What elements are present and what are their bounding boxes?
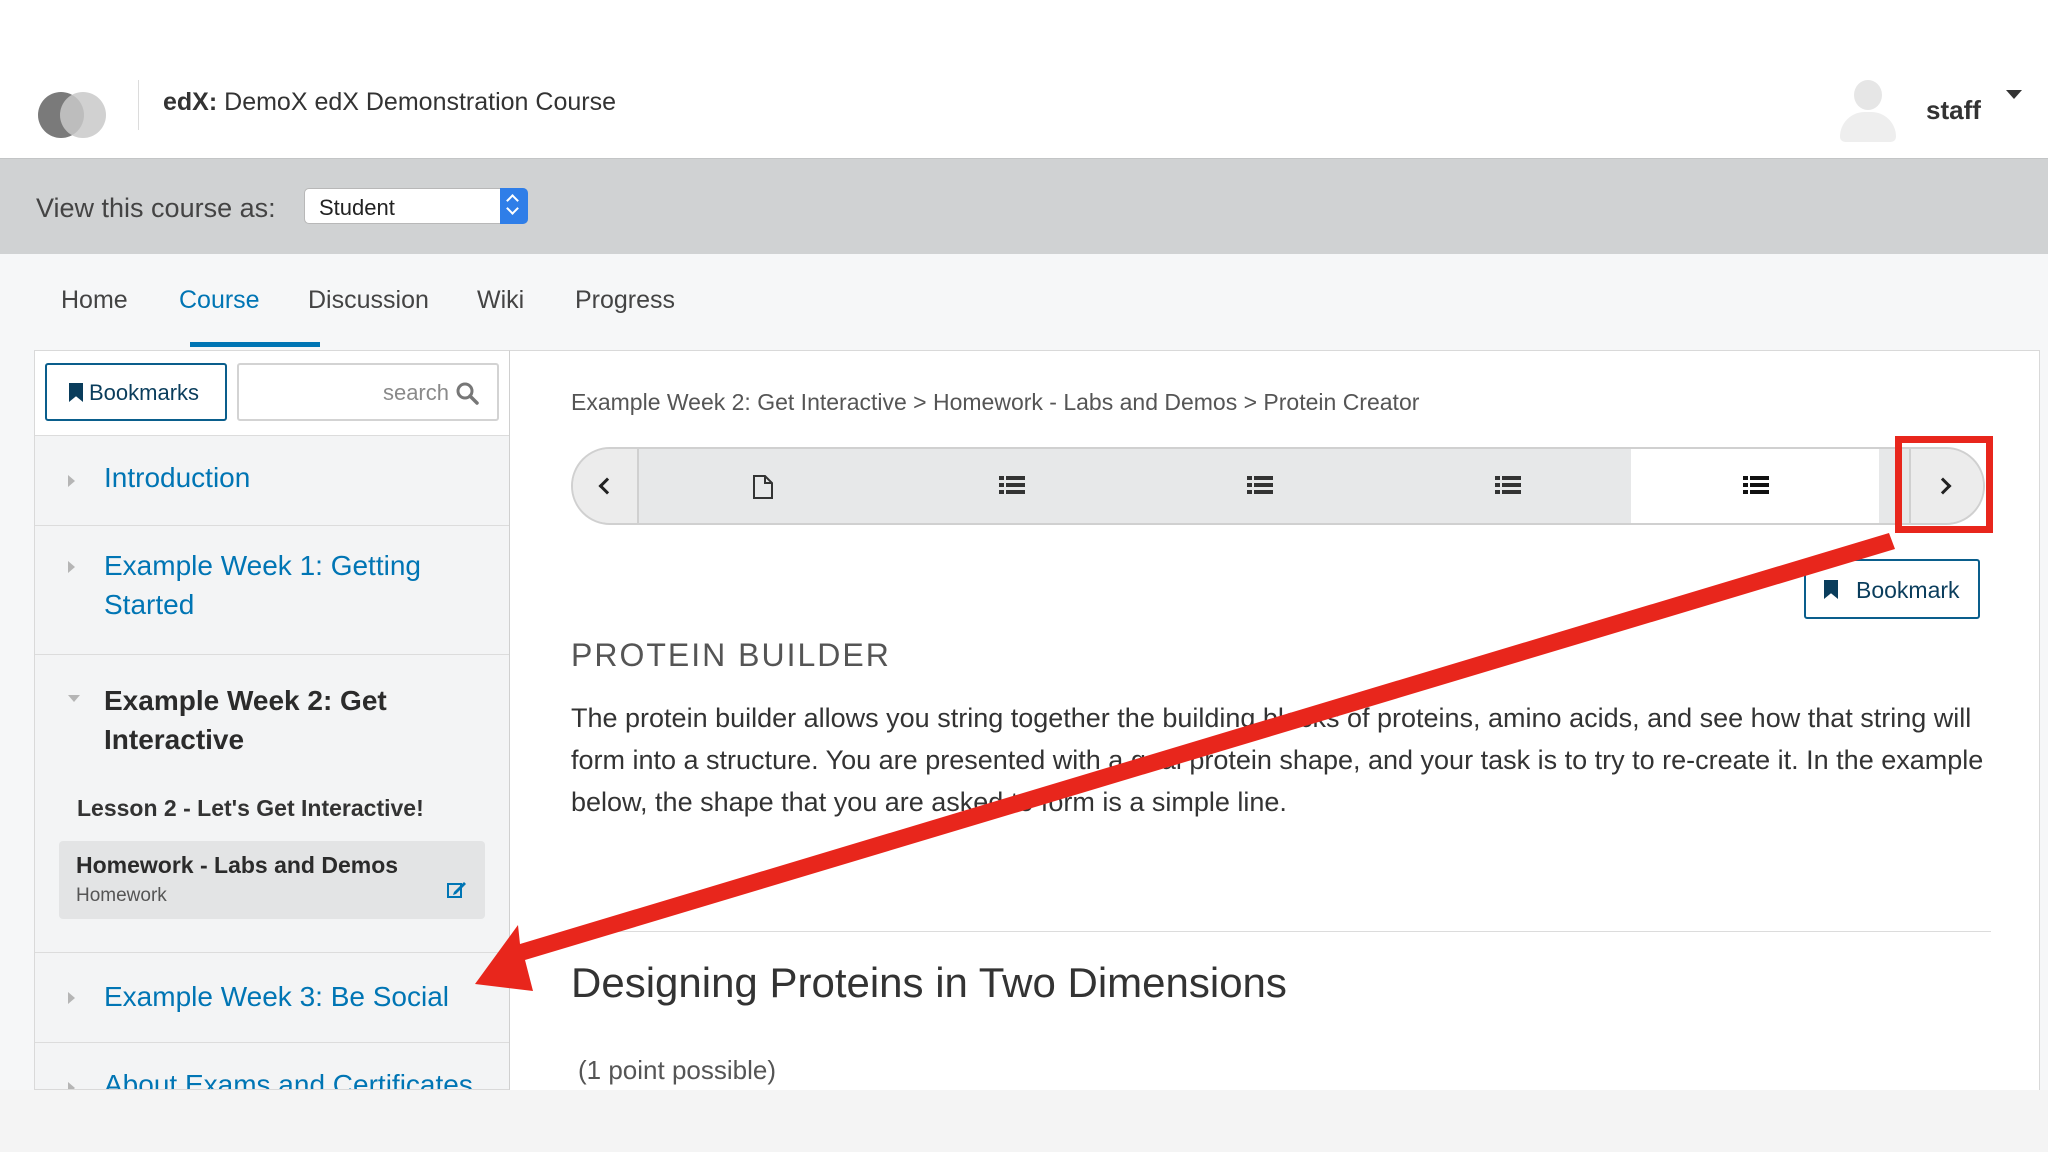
- tab-wiki[interactable]: Wiki: [477, 286, 524, 350]
- course-page: Home Course Discussion Wiki Progress Boo…: [0, 254, 2048, 1090]
- bookmark-icon: [69, 383, 83, 402]
- username[interactable]: staff: [1926, 95, 1981, 126]
- list-icon: [1247, 476, 1273, 494]
- tab-progress[interactable]: Progress: [575, 286, 675, 350]
- section-title[interactable]: Introduction: [104, 458, 250, 497]
- view-as-value: Student: [319, 195, 395, 220]
- view-as-select[interactable]: Student: [304, 188, 528, 224]
- header-divider: [138, 80, 139, 130]
- site-header: edX: DemoX edX Demonstration Course staf…: [0, 0, 2048, 158]
- view-as-label: View this course as:: [36, 193, 276, 223]
- tab-discussion[interactable]: Discussion: [308, 286, 429, 350]
- expand-triangle-icon: [68, 992, 75, 1004]
- logo-circle-right: [60, 92, 106, 138]
- select-arrows-icon: [500, 188, 528, 224]
- document-icon: [753, 475, 773, 499]
- outline-section-week3[interactable]: Example Week 3: Be Social: [35, 952, 509, 1042]
- outline-section-exams[interactable]: About Exams and Certificates: [35, 1042, 509, 1089]
- bookmark-label: Bookmark: [1856, 577, 1960, 603]
- sequence-unit-1[interactable]: [639, 449, 887, 523]
- lesson-title[interactable]: Lesson 2 - Let's Get Interactive!: [77, 795, 424, 822]
- list-icon: [999, 476, 1025, 494]
- content-divider: [571, 931, 1991, 932]
- course-content: Example Week 2: Get Interactive > Homewo…: [510, 350, 2040, 1090]
- collapse-triangle-icon: [68, 695, 80, 702]
- annotation-highlight-box: [1895, 436, 1993, 533]
- bookmarks-label: Bookmarks: [89, 380, 200, 405]
- search-icon[interactable]: [455, 381, 479, 405]
- unit-description: The protein builder allows you string to…: [571, 703, 1984, 817]
- course-outline-sidebar: Bookmarks search Introduction Example We…: [34, 350, 510, 1090]
- sequence-unit-4[interactable]: [1383, 449, 1631, 523]
- sequence-unit-3[interactable]: [1135, 449, 1383, 523]
- problem-title: Designing Proteins in Two Dimensions: [571, 959, 1287, 1006]
- outline-section-introduction[interactable]: Introduction: [35, 435, 509, 525]
- section-title[interactable]: About Exams and Certificates: [104, 1065, 473, 1089]
- user-avatar[interactable]: [1840, 80, 1896, 142]
- bookmark-button[interactable]: Bookmark: [1804, 559, 1980, 619]
- subsection-subtitle: Homework: [76, 885, 167, 906]
- search-placeholder: search: [382, 380, 449, 405]
- sequence-navigation: [571, 447, 1985, 525]
- subsection-homework-active[interactable]: Homework - Labs and Demos Homework: [59, 841, 485, 919]
- previous-unit-button[interactable]: [573, 449, 639, 523]
- problem-points: (1 point possible): [578, 1055, 776, 1085]
- tab-course[interactable]: Course: [179, 286, 260, 350]
- breadcrumb: Example Week 2: Get Interactive > Homewo…: [571, 389, 1420, 415]
- list-icon: [1495, 476, 1521, 494]
- course-search-input[interactable]: search: [237, 363, 499, 421]
- course-org: edX:: [163, 88, 218, 116]
- subsection-title: Homework - Labs and Demos: [76, 852, 399, 878]
- expand-triangle-icon: [68, 1082, 75, 1089]
- avatar-body: [1840, 112, 1896, 142]
- unit-heading: PROTEIN BUILDER: [571, 637, 891, 673]
- expand-triangle-icon: [68, 475, 75, 487]
- bottom-strip: [0, 1090, 2048, 1152]
- course-name: DemoX edX Demonstration Course: [224, 88, 616, 116]
- section-title[interactable]: Example Week 2: Get Interactive: [104, 681, 424, 759]
- avatar-head: [1854, 80, 1882, 110]
- edx-logo[interactable]: [38, 92, 110, 138]
- sequence-unit-2[interactable]: [887, 449, 1135, 523]
- list-icon: [1743, 476, 1769, 494]
- user-menu-caret-icon[interactable]: [2006, 90, 2022, 99]
- staff-preview-bar: View this course as: Student: [0, 158, 2048, 254]
- outline-section-week1[interactable]: Example Week 1: Getting Started: [35, 525, 509, 654]
- bookmark-icon: [1824, 580, 1838, 599]
- chevron-left-icon: [598, 477, 616, 495]
- course-title: edX: DemoX edX Demonstration Course: [163, 88, 616, 117]
- expand-triangle-icon: [68, 561, 75, 573]
- active-tab-indicator: [190, 342, 320, 347]
- sequence-unit-5-active[interactable]: [1631, 449, 1879, 523]
- bookmarks-button[interactable]: Bookmarks: [45, 363, 227, 421]
- section-title[interactable]: Example Week 1: Getting Started: [104, 546, 434, 624]
- section-title[interactable]: Example Week 3: Be Social: [104, 977, 449, 1016]
- tab-home[interactable]: Home: [61, 286, 128, 350]
- edit-icon: [447, 882, 466, 898]
